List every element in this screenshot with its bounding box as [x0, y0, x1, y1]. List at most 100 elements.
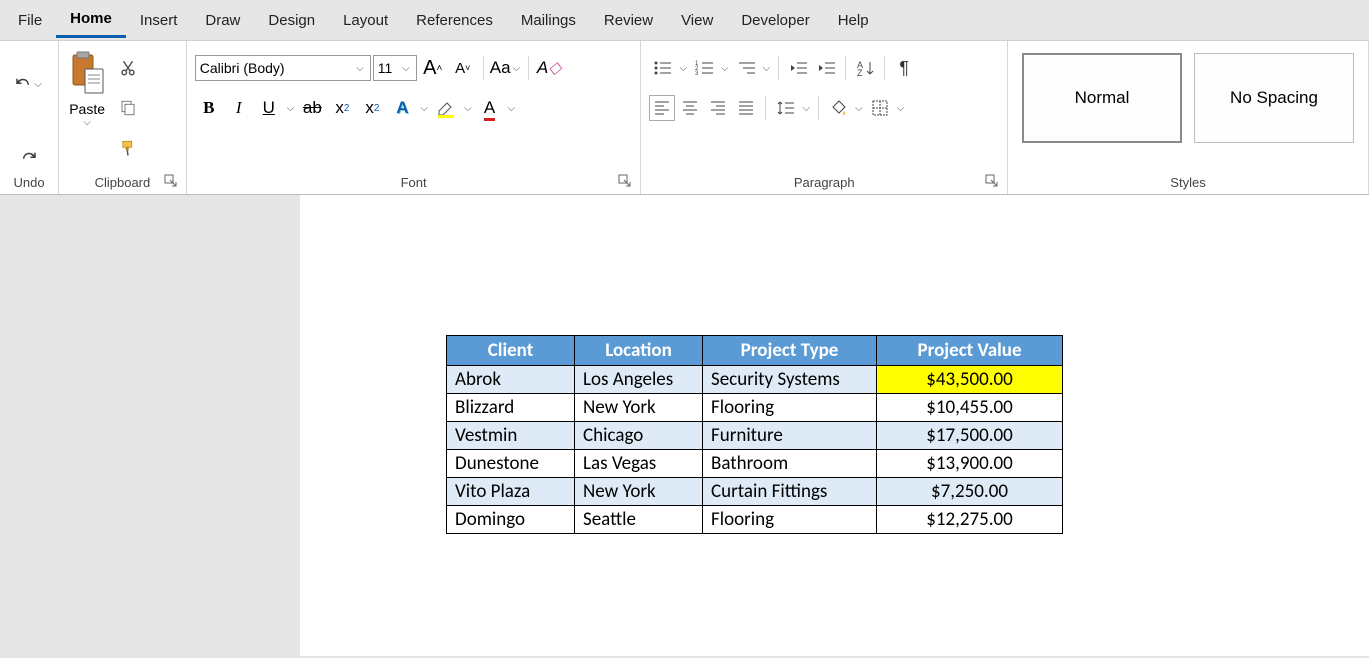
table-cell[interactable]: Vestmin	[447, 422, 575, 450]
table-cell[interactable]: $13,900.00	[877, 450, 1063, 478]
chevron-down-icon[interactable]: ⌵	[285, 103, 297, 114]
table-row[interactable]: DomingoSeattleFlooring$12,275.00	[447, 506, 1063, 534]
table-header[interactable]: Location	[575, 336, 703, 366]
table-cell[interactable]: New York	[575, 478, 703, 506]
underline-button[interactable]: U	[255, 95, 283, 121]
paste-button[interactable]: Paste ⌵	[67, 51, 107, 128]
strikethrough-button[interactable]: ab	[298, 95, 326, 121]
document-page[interactable]: ClientLocationProject TypeProject Value …	[300, 195, 1369, 656]
dialog-launcher-icon[interactable]	[164, 174, 178, 188]
style-normal[interactable]: Normal	[1022, 53, 1182, 143]
tab-review[interactable]: Review	[590, 4, 667, 37]
chevron-down-icon[interactable]: ⌵	[462, 103, 474, 114]
table-cell[interactable]: $17,500.00	[877, 422, 1063, 450]
project-table[interactable]: ClientLocationProject TypeProject Value …	[446, 335, 1063, 534]
tab-mailings[interactable]: Mailings	[507, 4, 590, 37]
font-name-select[interactable]: Calibri (Body) ⌵	[195, 55, 371, 81]
undo-button[interactable]: ⌵	[14, 71, 44, 97]
chevron-down-icon[interactable]: ⌵	[719, 63, 731, 74]
tab-developer[interactable]: Developer	[727, 4, 823, 37]
text-effects-button[interactable]: A	[388, 95, 416, 121]
table-cell[interactable]: Blizzard	[447, 394, 575, 422]
table-cell[interactable]: $43,500.00	[877, 366, 1063, 394]
align-left-button[interactable]	[649, 95, 675, 121]
dialog-launcher-icon[interactable]	[985, 174, 999, 188]
show-paragraph-marks-button[interactable]: ¶	[891, 55, 917, 81]
decrease-indent-button[interactable]	[785, 55, 811, 81]
bold-button[interactable]: B	[195, 95, 223, 121]
table-cell[interactable]: Domingo	[447, 506, 575, 534]
clear-formatting-button[interactable]: A◇	[535, 55, 563, 81]
tab-view[interactable]: View	[667, 4, 727, 37]
format-painter-button[interactable]	[115, 135, 141, 161]
table-cell[interactable]: Curtain Fittings	[703, 478, 877, 506]
table-header[interactable]: Client	[447, 336, 575, 366]
chevron-down-icon[interactable]: ⌵	[761, 63, 773, 74]
change-case-button[interactable]: Aa⌵	[490, 55, 522, 81]
superscript-button[interactable]: x2	[358, 95, 386, 121]
table-row[interactable]: DunestoneLas VegasBathroom$13,900.00	[447, 450, 1063, 478]
table-cell[interactable]: Abrok	[447, 366, 575, 394]
table-cell[interactable]: $12,275.00	[877, 506, 1063, 534]
tab-insert[interactable]: Insert	[126, 4, 192, 37]
table-cell[interactable]: Dunestone	[447, 450, 575, 478]
style-no-spacing[interactable]: No Spacing	[1194, 53, 1354, 143]
tab-design[interactable]: Design	[254, 4, 329, 37]
table-row[interactable]: BlizzardNew YorkFlooring$10,455.00	[447, 394, 1063, 422]
shrink-font-button[interactable]: A˅	[449, 55, 477, 81]
tab-file[interactable]: File	[4, 4, 56, 37]
chevron-down-icon[interactable]: ⌵	[853, 103, 865, 114]
chevron-down-icon[interactable]: ⌵	[895, 103, 907, 114]
borders-button[interactable]	[867, 95, 893, 121]
chevron-down-icon[interactable]: ⌵	[506, 103, 518, 114]
table-row[interactable]: AbrokLos AngelesSecurity Systems$43,500.…	[447, 366, 1063, 394]
table-cell[interactable]: Flooring	[703, 394, 877, 422]
dialog-launcher-icon[interactable]	[618, 174, 632, 188]
table-header[interactable]: Project Value	[877, 336, 1063, 366]
font-color-button[interactable]: A	[476, 95, 504, 121]
shading-button[interactable]	[825, 95, 851, 121]
increase-indent-button[interactable]	[813, 55, 839, 81]
tab-home[interactable]: Home	[56, 2, 126, 38]
table-cell[interactable]: Las Vegas	[575, 450, 703, 478]
grow-font-button[interactable]: A˄	[419, 55, 447, 81]
table-row[interactable]: Vito PlazaNew YorkCurtain Fittings$7,250…	[447, 478, 1063, 506]
table-cell[interactable]: Flooring	[703, 506, 877, 534]
redo-button[interactable]	[16, 145, 42, 171]
numbering-button[interactable]: 123	[691, 55, 717, 81]
table-cell[interactable]: Furniture	[703, 422, 877, 450]
cut-button[interactable]	[115, 55, 141, 81]
table-cell[interactable]: $10,455.00	[877, 394, 1063, 422]
chevron-down-icon[interactable]: ⌵	[418, 103, 430, 114]
table-row[interactable]: VestminChicagoFurniture$17,500.00	[447, 422, 1063, 450]
tab-layout[interactable]: Layout	[329, 4, 402, 37]
tab-references[interactable]: References	[402, 4, 507, 37]
line-spacing-button[interactable]	[772, 95, 798, 121]
bullets-button[interactable]	[649, 55, 675, 81]
tab-help[interactable]: Help	[824, 4, 883, 37]
table-cell[interactable]: Bathroom	[703, 450, 877, 478]
chevron-down-icon[interactable]: ⌵	[677, 63, 689, 74]
table-cell[interactable]: Vito Plaza	[447, 478, 575, 506]
align-center-button[interactable]	[677, 95, 703, 121]
chevron-down-icon: ⌵	[32, 79, 44, 90]
table-cell[interactable]: $7,250.00	[877, 478, 1063, 506]
italic-button[interactable]: I	[225, 95, 253, 121]
align-right-button[interactable]	[705, 95, 731, 121]
chevron-down-icon[interactable]: ⌵	[800, 103, 812, 114]
highlight-button[interactable]	[432, 95, 460, 121]
multilevel-list-button[interactable]	[733, 55, 759, 81]
table-header[interactable]: Project Type	[703, 336, 877, 366]
table-cell[interactable]: Chicago	[575, 422, 703, 450]
chevron-down-icon: ⌵	[354, 63, 366, 74]
copy-button[interactable]	[115, 95, 141, 121]
table-cell[interactable]: New York	[575, 394, 703, 422]
sort-button[interactable]: AZ	[852, 55, 878, 81]
table-cell[interactable]: Security Systems	[703, 366, 877, 394]
table-cell[interactable]: Seattle	[575, 506, 703, 534]
font-size-select[interactable]: 11 ⌵	[373, 55, 417, 81]
tab-draw[interactable]: Draw	[191, 4, 254, 37]
justify-button[interactable]	[733, 95, 759, 121]
subscript-button[interactable]: x2	[328, 95, 356, 121]
table-cell[interactable]: Los Angeles	[575, 366, 703, 394]
